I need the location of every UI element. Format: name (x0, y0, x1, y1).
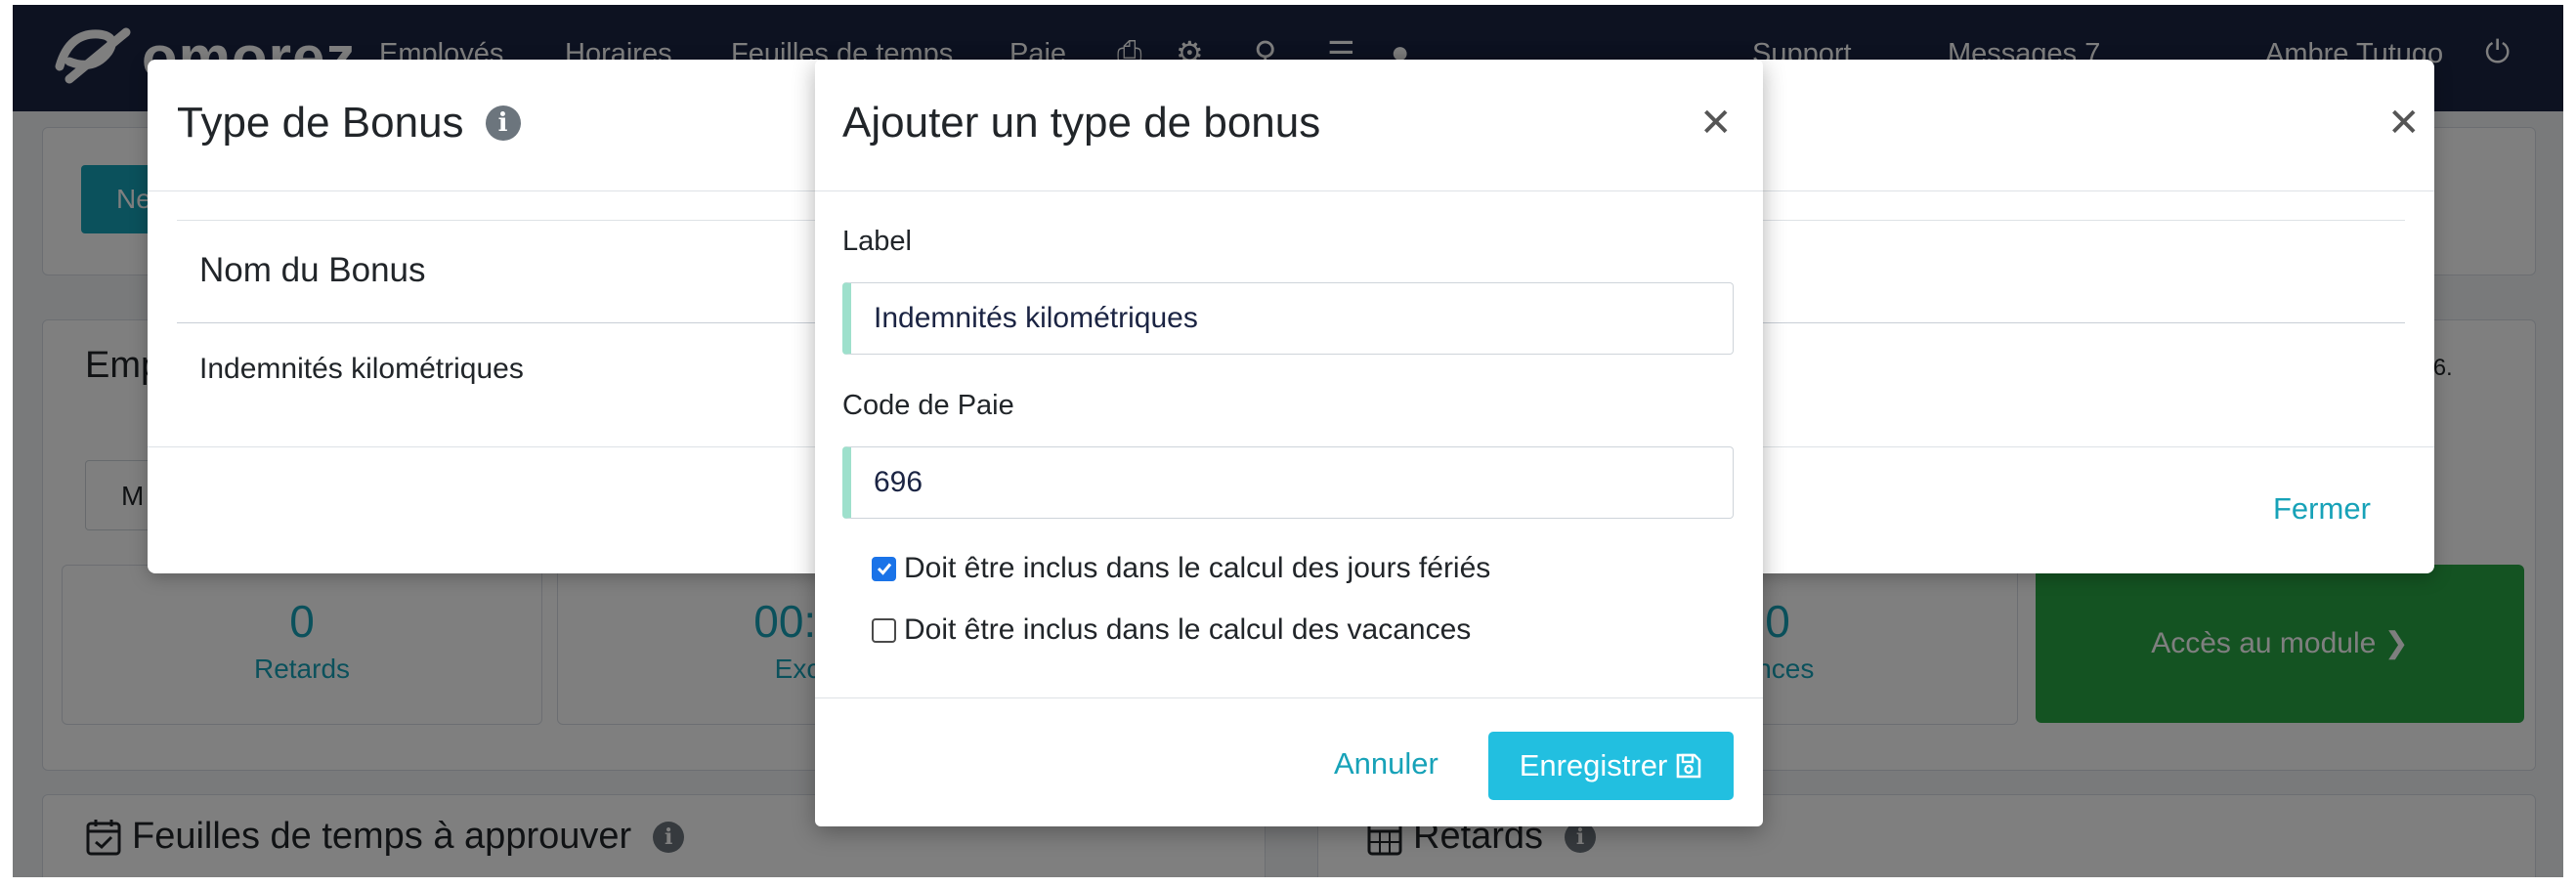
save-button-label: Enregistrer (1519, 748, 1668, 782)
bonus-modal-header: Type de Bonus i (177, 99, 521, 148)
vacation-checkbox-label: Doit être inclus dans le calcul des vaca… (904, 613, 1472, 646)
vacation-checkbox[interactable] (872, 617, 896, 643)
holiday-checkbox-label: Doit être inclus dans le calcul des jour… (904, 552, 1491, 584)
app-window: omorez Employés Horaires Feuilles de tem… (13, 5, 2563, 877)
column-header-bonus-name: Nom du Bonus (199, 251, 426, 289)
table-row[interactable]: Indemnités kilométriques (199, 353, 524, 386)
vacation-checkbox-row[interactable]: Doit être inclus dans le calcul des vaca… (872, 613, 1471, 647)
footer-divider (815, 697, 1763, 698)
bonus-modal-title: Type de Bonus (177, 99, 464, 147)
holiday-checkbox-row[interactable]: Doit être inclus dans le calcul des jour… (872, 552, 1490, 585)
header-divider (815, 190, 1763, 191)
payroll-code-input[interactable] (842, 446, 1734, 519)
add-modal-title: Ajouter un type de bonus (842, 99, 1321, 147)
cancel-button[interactable]: Annuler (1334, 746, 1438, 781)
holiday-checkbox[interactable] (872, 556, 896, 581)
label-field-label: Label (842, 226, 912, 257)
bonus-modal-close-icon[interactable]: ✕ (2387, 101, 2421, 146)
info-icon[interactable]: i (485, 106, 521, 141)
close-button[interactable]: Fermer (2273, 491, 2371, 527)
checkmark-icon (877, 563, 891, 575)
add-bonus-type-modal: Ajouter un type de bonus ✕ Label Code de… (815, 60, 1763, 826)
save-button[interactable]: Enregistrer (1488, 732, 1734, 800)
label-input[interactable] (842, 282, 1734, 355)
payroll-code-label: Code de Paie (842, 390, 1014, 421)
add-modal-close-icon[interactable]: ✕ (1699, 101, 1733, 146)
floppy-disk-icon (1676, 753, 1701, 779)
